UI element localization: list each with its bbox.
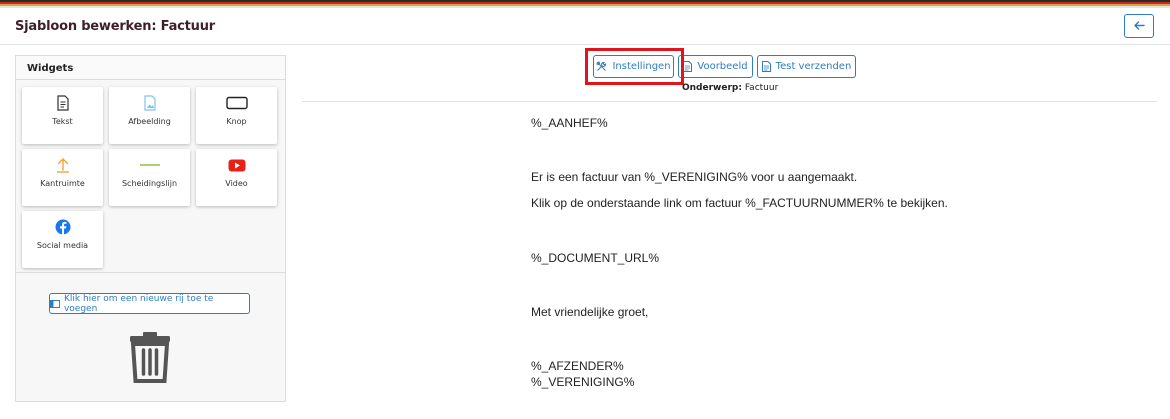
widget-label: Knop (226, 117, 247, 126)
widget-video[interactable]: Video (196, 149, 277, 206)
document-icon (56, 95, 69, 111)
main-content: Widgets Tekst Afbeelding Knop Kantruimte… (0, 45, 1170, 419)
widget-divider[interactable]: Scheidingslijn (109, 149, 190, 206)
page-title: Sjabloon bewerken: Factuur (15, 19, 215, 34)
widget-label: Kantruimte (40, 179, 85, 188)
file-icon (683, 61, 693, 72)
widgets-panel: Widgets Tekst Afbeelding Knop Kantruimte… (15, 55, 286, 402)
body-line-invoice[interactable]: Er is een factuur van %_VERENIGING% voor… (531, 170, 857, 184)
upload-arrow-icon (56, 158, 69, 173)
widget-image[interactable]: Afbeelding (109, 87, 190, 144)
preview-button[interactable]: Voorbeeld (678, 55, 753, 78)
arrow-left-icon (1133, 21, 1145, 30)
editor-divider (302, 101, 1157, 102)
body-line-document-url[interactable]: %_DOCUMENT_URL% (531, 251, 659, 265)
test-send-button[interactable]: Test verzenden (757, 55, 856, 78)
body-line-salutation[interactable]: %_AANHEF% (531, 116, 608, 130)
widget-button[interactable]: Knop (196, 87, 277, 144)
divider-line-icon (139, 164, 160, 166)
body-line-sender[interactable]: %_AFZENDER% (531, 359, 624, 373)
add-row-label: Klik hier om een nieuwe rij toe te voege… (63, 293, 214, 314)
test-send-label: Test verzenden (775, 61, 852, 72)
widget-label: Video (225, 179, 248, 188)
body-line-link-instruction[interactable]: Klik op de onderstaande link om factuur … (531, 196, 948, 210)
widget-label: Social media (36, 241, 89, 250)
widgets-title: Widgets (16, 56, 285, 80)
widget-label: Scheidingslijn (121, 179, 178, 188)
row-icon (50, 299, 60, 308)
panel-divider (16, 272, 285, 273)
subject-label: Onderwerp: (682, 83, 742, 93)
body-line-closing[interactable]: Met vriendelijke groet, (531, 305, 648, 319)
body-line-association[interactable]: %_VERENIGING% (531, 375, 634, 389)
youtube-icon (228, 159, 245, 171)
image-icon (143, 95, 156, 111)
widget-social-media[interactable]: Social media (22, 211, 103, 268)
widget-label: Tekst (52, 117, 73, 126)
widget-spacing[interactable]: Kantruimte (22, 149, 103, 206)
highlight-box (585, 48, 684, 85)
button-icon (225, 96, 248, 110)
back-button[interactable] (1124, 14, 1154, 38)
preview-label: Voorbeeld (697, 61, 748, 72)
page-header: Sjabloon bewerken: Factuur (0, 8, 1170, 45)
trash-icon (130, 332, 170, 383)
trash-drop-zone[interactable] (128, 331, 172, 388)
subject-value: Factuur (744, 83, 779, 93)
flag-stripe (0, 0, 1170, 8)
widget-label: Afbeelding (128, 117, 171, 126)
facebook-icon (55, 219, 70, 235)
subject-line: Onderwerp: Factuur (682, 83, 778, 93)
file-icon (761, 61, 771, 72)
add-row-button[interactable]: Klik hier om een nieuwe rij toe te voege… (49, 293, 250, 314)
widget-text[interactable]: Tekst (22, 87, 103, 144)
